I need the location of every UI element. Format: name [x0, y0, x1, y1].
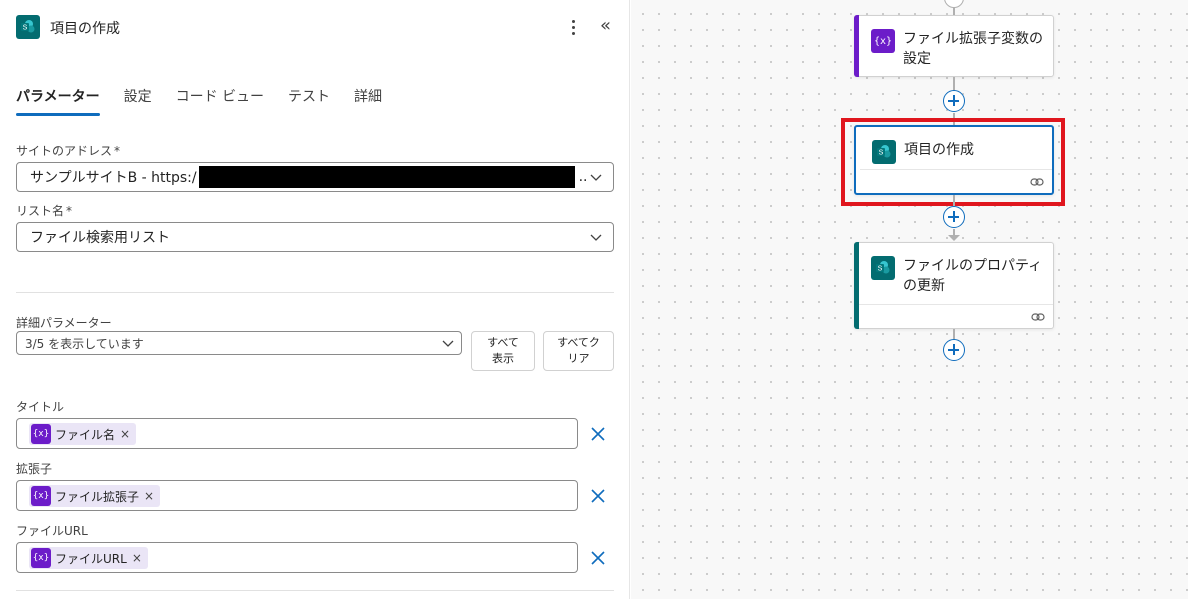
tab-settings[interactable]: 設定 [124, 82, 152, 116]
tab-code-view[interactable]: コード ビュー [176, 82, 264, 116]
svg-text:S: S [878, 266, 883, 273]
advanced-params-label: 詳細パラメーター [16, 316, 112, 330]
advanced-params-value: 3/5 を表示しています [25, 336, 144, 351]
variable-icon: {x} [871, 29, 895, 53]
remove-token-icon[interactable]: × [144, 489, 154, 503]
tab-bar: パラメーター 設定 コード ビュー テスト 詳細 [16, 82, 406, 116]
show-all-button[interactable]: すべて 表示 [471, 331, 535, 371]
variable-icon: {x} [31, 486, 51, 506]
tab-parameters[interactable]: パラメーター [16, 82, 100, 116]
remove-token-icon[interactable]: × [120, 427, 130, 441]
highlight-box [841, 118, 1065, 206]
advanced-params-dropdown[interactable]: 3/5 を表示しています [16, 331, 462, 355]
extension-field-input[interactable]: {x} ファイル拡張子 × [16, 480, 578, 511]
panel-header: S 項目の作成 « [16, 14, 616, 40]
card-set-extension-variable[interactable]: {x} ファイル拡張子変数の設定 [854, 15, 1054, 77]
connector [953, 329, 955, 339]
list-name-value: ファイル検索用リスト [30, 230, 170, 246]
remove-token-icon[interactable]: × [132, 551, 142, 565]
flow-canvas[interactable]: {x} ファイル拡張子変数の設定 S 項目の作成 S ファイルのプロパティの更新 [631, 0, 1188, 599]
add-step-button[interactable] [943, 206, 965, 228]
card-title: ファイルのプロパティの更新 [903, 258, 1043, 294]
svg-text:S: S [23, 25, 28, 32]
collapse-panel-icon[interactable]: « [600, 16, 611, 36]
site-address-ellipsis: .. [578, 169, 588, 185]
action-config-panel: S 項目の作成 « パラメーター 設定 コード ビュー テスト 詳細 サイトのア… [0, 0, 630, 599]
connector [953, 77, 955, 91]
arrow-down-icon [948, 235, 960, 241]
card-update-file-properties[interactable]: S ファイルのプロパティの更新 [854, 242, 1054, 329]
card-title: ファイル拡張子変数の設定 [903, 31, 1043, 67]
site-address-dropdown[interactable]: サンプルサイトB - https:/.. [16, 162, 614, 192]
divider [16, 590, 614, 591]
dynamic-content-token[interactable]: {x} ファイル拡張子 × [29, 485, 161, 507]
dynamic-content-token[interactable]: {x} ファイル名 × [29, 423, 137, 445]
list-name-label: リスト名 * [16, 204, 73, 218]
token-label: ファイルURL [55, 551, 127, 566]
sharepoint-icon: S [871, 256, 895, 280]
file-url-field-label: ファイルURL [16, 524, 88, 538]
add-step-button[interactable] [943, 90, 965, 112]
sharepoint-icon: S [16, 15, 40, 39]
link-icon [1031, 313, 1045, 321]
extension-field-label: 拡張子 [16, 462, 53, 476]
clear-field-icon[interactable] [590, 426, 606, 442]
divider [16, 292, 614, 293]
title-field-label: タイトル [16, 400, 65, 414]
add-step-button[interactable] [943, 339, 965, 361]
chevron-down-icon [442, 340, 454, 347]
file-url-field-input[interactable]: {x} ファイルURL × [16, 542, 578, 573]
card-footer [859, 304, 1053, 328]
redacted-url [198, 166, 575, 188]
site-address-label: サイトのアドレス * [16, 144, 121, 158]
list-name-dropdown[interactable]: ファイル検索用リスト [16, 222, 614, 252]
token-label: ファイル拡張子 [55, 489, 140, 504]
dynamic-content-token[interactable]: {x} ファイルURL × [29, 547, 148, 569]
chevron-down-icon [590, 234, 602, 241]
variable-icon: {x} [31, 424, 51, 444]
variable-icon: {x} [31, 548, 51, 568]
tab-test[interactable]: テスト [288, 82, 330, 116]
token-label: ファイル名 [55, 427, 116, 442]
panel-title: 項目の作成 [50, 21, 120, 37]
card-accent [854, 15, 859, 77]
tab-details[interactable]: 詳細 [354, 82, 382, 116]
card-icon: S [871, 256, 895, 280]
connector [953, 7, 955, 15]
clear-all-button[interactable]: すべてク リア [543, 331, 614, 371]
card-icon: {x} [871, 29, 895, 53]
title-field-input[interactable]: {x} ファイル名 × [16, 418, 578, 449]
chevron-down-icon [590, 174, 602, 181]
clear-field-icon[interactable] [590, 488, 606, 504]
site-address-value: サンプルサイトB - https:/ [30, 170, 197, 186]
clear-field-icon[interactable] [590, 550, 606, 566]
more-options-icon[interactable] [564, 14, 582, 40]
